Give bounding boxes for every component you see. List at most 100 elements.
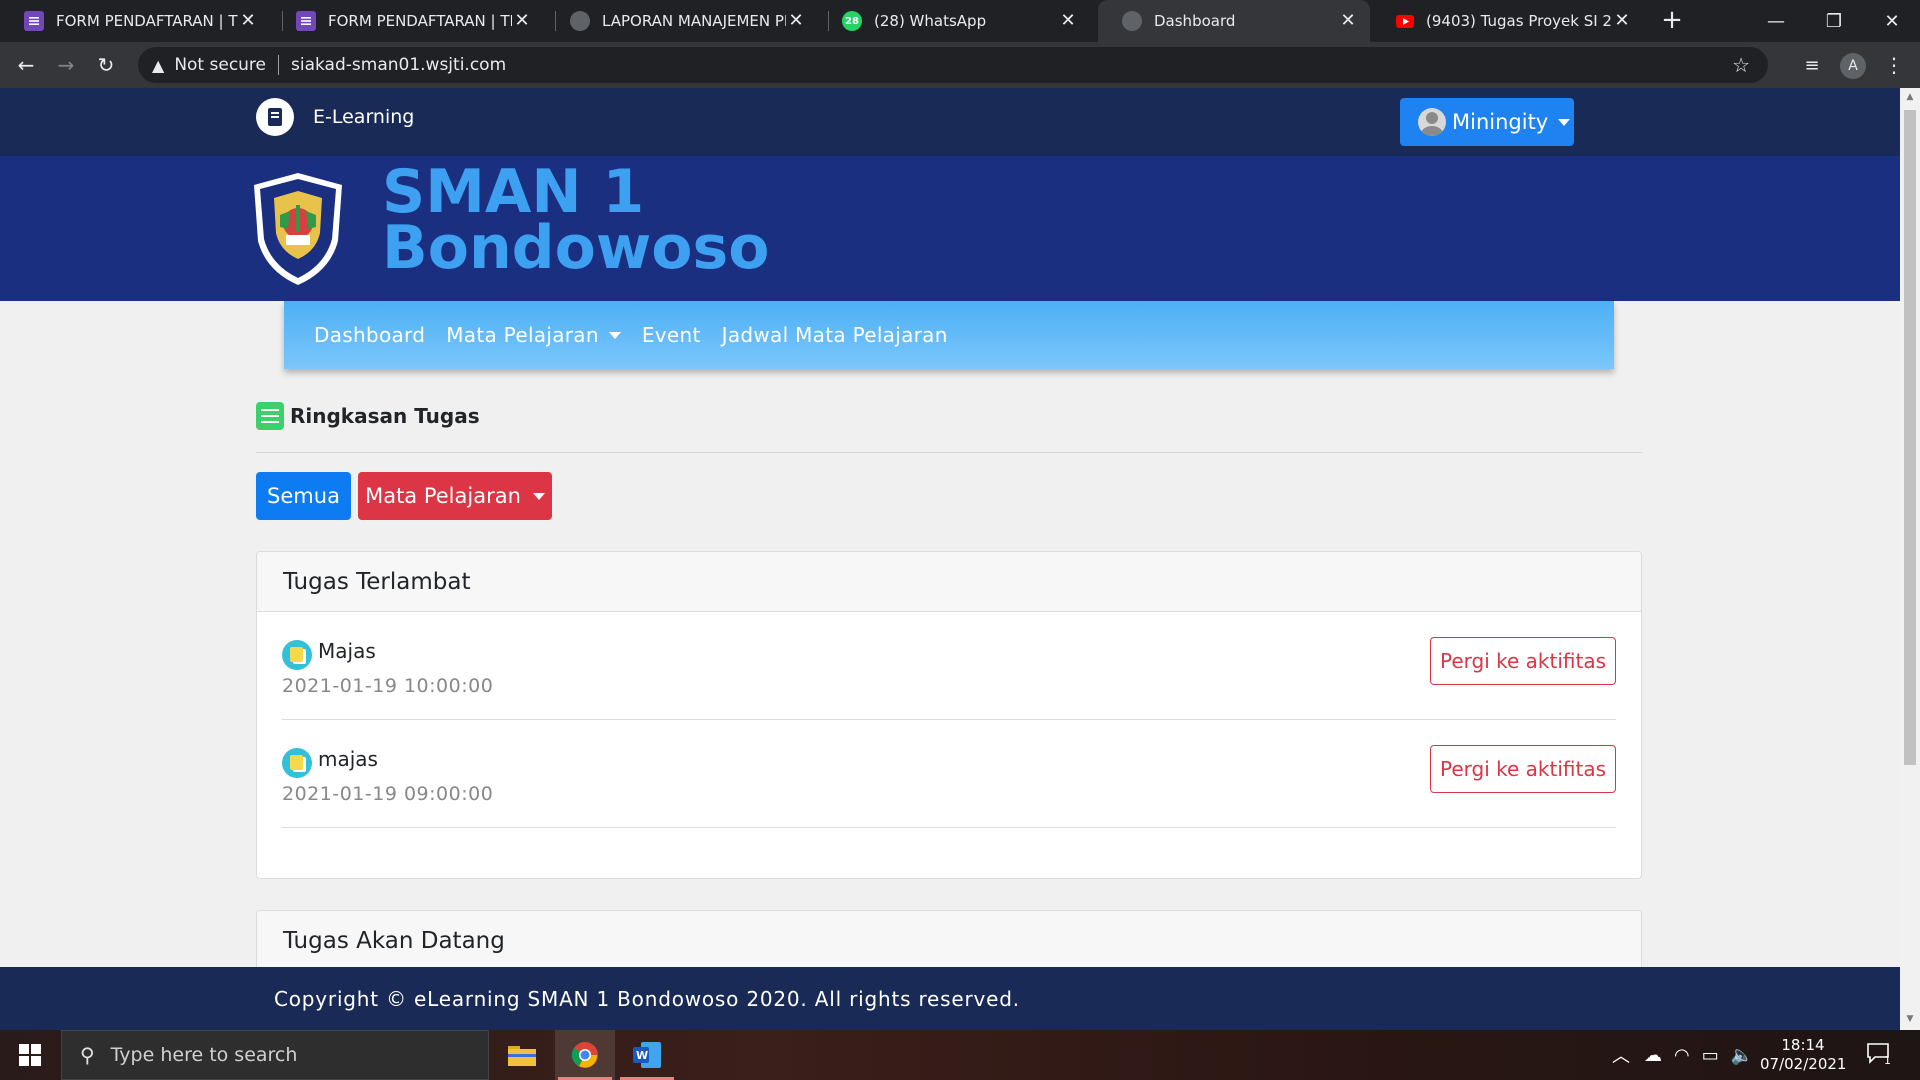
address-bar[interactable]: ▲ Not secure siakad-sman01.wsjti.com ☆ — [138, 47, 1768, 83]
close-icon[interactable]: ✕ — [1338, 11, 1358, 31]
task-name: Majas — [318, 639, 376, 663]
browser-tab-3[interactable]: LAPORAN MANAJEMEN PRO ✕ — [546, 0, 818, 42]
search-icon: ⚲ — [80, 1043, 95, 1067]
tab-title: FORM PENDAFTARAN | TIF E — [56, 12, 238, 30]
task-deadline: 2021-01-19 09:00:00 — [282, 783, 494, 805]
card-title: Tugas Akan Datang — [257, 911, 1641, 971]
card-title: Tugas Terlambat — [257, 552, 1641, 612]
minimize-button[interactable]: — — [1748, 0, 1804, 42]
url-text: siakad-sman01.wsjti.com — [291, 55, 507, 75]
forms-icon — [296, 11, 316, 31]
taskbar-search[interactable]: ⚲ Type here to search — [61, 1030, 489, 1080]
forms-icon — [24, 11, 44, 31]
school-banner: SMAN 1 Bondowoso — [0, 156, 1900, 301]
close-icon[interactable]: ✕ — [786, 11, 806, 31]
section-heading: Ringkasan Tugas — [256, 402, 480, 430]
close-window-button[interactable]: ✕ — [1864, 0, 1920, 42]
warning-icon: ▲ — [152, 55, 165, 75]
wifi-icon[interactable]: ◠ — [1674, 1045, 1690, 1066]
scroll-down-icon[interactable]: ▼ — [1904, 1014, 1916, 1026]
search-placeholder: Type here to search — [110, 1044, 298, 1066]
nav-label: Mata Pelajaran — [446, 323, 599, 347]
onedrive-icon[interactable]: ☁ — [1644, 1045, 1662, 1066]
go-to-activity-button[interactable]: Pergi ke aktifitas — [1430, 745, 1616, 793]
brand-name[interactable]: E-Learning — [313, 106, 414, 128]
tab-title: LAPORAN MANAJEMEN PRO — [602, 12, 786, 30]
page-viewport: E-Learning Miningity SMAN 1 Bondowoso Da… — [0, 88, 1900, 1030]
clock-time: 18:14 — [1781, 1036, 1825, 1054]
scroll-up-icon[interactable]: ▲ — [1904, 92, 1916, 104]
scrollbar-thumb[interactable] — [1904, 110, 1916, 765]
menu-kebab-icon[interactable]: ⋮ — [1878, 49, 1910, 81]
close-icon[interactable]: ✕ — [238, 11, 258, 31]
assignment-icon — [282, 748, 312, 778]
list-icon — [256, 402, 284, 430]
user-name: Miningity — [1452, 110, 1549, 134]
windows-start-icon[interactable] — [0, 1030, 60, 1080]
whatsapp-icon: 28 — [842, 11, 862, 31]
tab-title: (9403) Tugas Proyek SI 2020 — [1426, 12, 1612, 30]
close-icon[interactable]: ✕ — [512, 11, 532, 31]
chevron-down-icon — [532, 492, 545, 500]
word-icon[interactable]: W — [617, 1030, 677, 1080]
battery-icon[interactable]: ▭ — [1702, 1045, 1719, 1066]
taskbar-clock[interactable]: 18:14 07/02/2021 — [1760, 1036, 1846, 1074]
filter-subject-label: Mata Pelajaran — [365, 484, 521, 508]
tab-title: (28) WhatsApp — [874, 12, 987, 30]
school-logo — [250, 171, 346, 287]
chrome-icon[interactable] — [555, 1030, 615, 1080]
windows-taskbar: ⚲ Type here to search W ︿ ☁ ◠ ▭ 🔈 18:14 … — [0, 1030, 1920, 1080]
system-tray: ︿ ☁ ◠ ▭ 🔈 — [1612, 1030, 1753, 1080]
go-to-activity-button[interactable]: Pergi ke aktifitas — [1430, 637, 1616, 685]
svg-text:W: W — [636, 1049, 648, 1062]
school-name-line1: SMAN 1 — [382, 157, 645, 227]
browser-tab-6[interactable]: (9403) Tugas Proyek SI 2020 ✕ — [1372, 0, 1644, 42]
new-tab-button[interactable]: + — [1656, 5, 1688, 37]
school-name: SMAN 1 Bondowoso — [382, 157, 770, 283]
site-footer: Copyright © eLearning SMAN 1 Bondowoso 2… — [0, 967, 1900, 1030]
task-item: majas 2021-01-19 09:00:00 Pergi ke aktif… — [282, 720, 1616, 828]
school-name-line2: Bondowoso — [382, 213, 770, 283]
restore-button[interactable]: ❐ — [1806, 0, 1862, 42]
tab-title: FORM PENDAFTARAN | TIF E — [328, 12, 512, 30]
browser-tab-strip: FORM PENDAFTARAN | TIF E ✕ FORM PENDAFTA… — [0, 0, 1920, 42]
filter-all-button[interactable]: Semua — [256, 472, 351, 520]
reload-button[interactable]: ↻ — [90, 49, 122, 81]
page-scrollbar[interactable]: ▲ ▼ — [1900, 88, 1920, 1030]
omnibox-divider — [278, 55, 280, 75]
chevron-up-icon[interactable]: ︿ — [1612, 1042, 1630, 1068]
main-navbar: Dashboard Mata Pelajaran Event Jadwal Ma… — [284, 301, 1614, 369]
assignment-icon — [282, 640, 312, 670]
nav-event[interactable]: Event — [642, 323, 701, 347]
browser-tab-4[interactable]: 28 (28) WhatsApp ✕ — [818, 0, 1090, 42]
close-icon[interactable]: ✕ — [1612, 11, 1632, 31]
nav-mata-pelajaran[interactable]: Mata Pelajaran — [446, 323, 621, 347]
profile-avatar[interactable]: A — [1840, 53, 1866, 79]
filter-subject-dropdown[interactable]: Mata Pelajaran — [358, 472, 552, 520]
notification-count: 1 — [1884, 1054, 1891, 1067]
browser-tab-2[interactable]: FORM PENDAFTARAN | TIF E ✕ — [272, 0, 544, 42]
task-item: Majas 2021-01-19 10:00:00 Pergi ke aktif… — [282, 612, 1616, 720]
reading-list-icon[interactable]: ≡ — [1796, 49, 1828, 81]
close-icon[interactable]: ✕ — [1058, 11, 1078, 31]
globe-icon — [1122, 11, 1142, 31]
nav-dashboard[interactable]: Dashboard — [314, 323, 425, 347]
chevron-down-icon — [608, 331, 621, 339]
file-explorer-icon[interactable] — [492, 1030, 552, 1080]
browser-tab-1[interactable]: FORM PENDAFTARAN | TIF E ✕ — [0, 0, 270, 42]
globe-icon — [570, 11, 590, 31]
bookmark-star-icon[interactable]: ☆ — [1732, 53, 1750, 77]
back-button[interactable]: ← — [10, 49, 42, 81]
divider — [256, 452, 1642, 453]
notification-icon[interactable]: 1 — [1866, 1042, 1896, 1068]
task-name: majas — [318, 747, 378, 771]
clock-date: 07/02/2021 — [1760, 1055, 1847, 1073]
user-menu-button[interactable]: Miningity — [1400, 98, 1574, 146]
section-title: Ringkasan Tugas — [290, 404, 480, 428]
forward-button[interactable]: → — [50, 49, 82, 81]
browser-tab-5[interactable]: Dashboard ✕ — [1098, 0, 1370, 42]
volume-icon[interactable]: 🔈 — [1731, 1045, 1753, 1066]
task-deadline: 2021-01-19 10:00:00 — [282, 675, 494, 697]
nav-jadwal[interactable]: Jadwal Mata Pelajaran — [722, 323, 948, 347]
chevron-down-icon — [1558, 118, 1571, 126]
